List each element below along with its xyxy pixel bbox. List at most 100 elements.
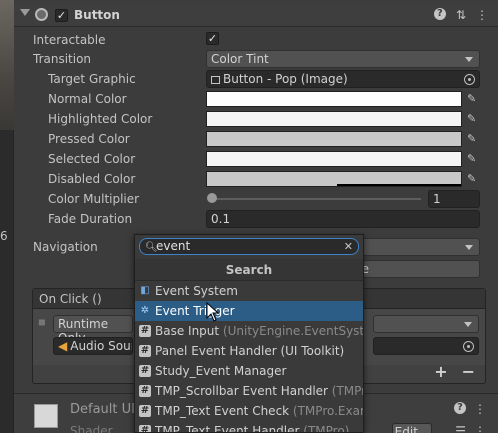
drag-handle-icon[interactable]: ▬ ▬	[38, 317, 46, 328]
material-header-icons: ? ⋮	[454, 402, 486, 416]
component-enabled-checkbox[interactable]: ✓	[55, 9, 68, 22]
color-multiplier-slider[interactable]	[211, 198, 421, 200]
row-transition: Transition Color Tint	[14, 49, 498, 69]
left-strip-number: 6	[0, 229, 8, 243]
material-title: Default UI	[70, 402, 135, 417]
slider-handle[interactable]	[207, 193, 217, 203]
script-icon: #	[139, 365, 151, 377]
search-value: event	[156, 239, 191, 253]
color-multiplier-input[interactable]: 1	[428, 190, 480, 208]
script-icon: #	[139, 405, 151, 417]
interactable-checkbox[interactable]: ✓	[206, 32, 219, 45]
function-dropdown[interactable]	[373, 315, 479, 333]
result-item[interactable]: # Panel Event Handler (UI Toolkit)	[135, 341, 363, 361]
highlighted-color-label: Highlighted Color	[48, 112, 153, 126]
eyedropper-icon[interactable]: ✎	[467, 113, 479, 125]
selected-color-label: Selected Color	[48, 152, 136, 166]
eyedropper-icon[interactable]: ✎	[467, 153, 479, 165]
context-menu-icon[interactable]: ⋮	[476, 8, 488, 22]
left-strip: 6	[0, 0, 14, 433]
script-icon: #	[139, 425, 151, 432]
row-interactable: Interactable ✓	[14, 30, 498, 50]
component-search-input[interactable]: 🔍︎ event ✕	[139, 238, 359, 255]
result-item[interactable]: ◧ Event System	[135, 281, 363, 301]
help-icon[interactable]: ?	[433, 8, 446, 20]
list-icon[interactable]: ☰	[455, 424, 466, 433]
normal-color-swatch[interactable]	[206, 91, 462, 107]
transition-dropdown[interactable]: Color Tint	[206, 50, 480, 68]
selected-color-swatch[interactable]	[206, 151, 462, 167]
alpha-bar	[337, 184, 461, 186]
component-title: Button	[74, 8, 120, 22]
disabled-color-swatch[interactable]	[206, 171, 462, 187]
row-color-multiplier: Color Multiplier 1	[14, 189, 498, 209]
row-pressed-color: Pressed Color ✎	[14, 129, 498, 149]
row-normal-color: Normal Color ✎	[14, 89, 498, 109]
disabled-color-label: Disabled Color	[48, 172, 136, 186]
pressed-color-label: Pressed Color	[48, 132, 130, 146]
remove-event-button[interactable]: −	[462, 362, 475, 381]
navigation-label: Navigation	[33, 240, 98, 254]
row-selected-color: Selected Color ✎	[14, 149, 498, 169]
color-multiplier-label: Color Multiplier	[48, 192, 140, 206]
result-item[interactable]: # Study_Event Manager	[135, 361, 363, 381]
target-graphic-field[interactable]: Button - Pop (Image)	[206, 70, 480, 88]
row-target-graphic: Target Graphic Button - Pop (Image)	[14, 69, 498, 89]
audio-source-icon: ◀	[58, 339, 68, 353]
target-object-field[interactable]: ◀Audio Source	[53, 337, 133, 355]
context-menu-icon[interactable]: ⋮	[474, 424, 486, 433]
target-graphic-label: Target Graphic	[48, 72, 136, 86]
header-icons: ? ⇅ ⋮	[433, 8, 488, 22]
fade-duration-label: Fade Duration	[48, 212, 133, 226]
script-icon: #	[139, 325, 151, 337]
target-object-value: Audio Source	[70, 339, 132, 353]
dropdown-arrow-icon	[464, 322, 472, 327]
script-icon: #	[139, 385, 151, 397]
target-graphic-value: Button - Pop (Image)	[223, 72, 348, 86]
runtime-dropdown[interactable]: Runtime Only	[53, 315, 133, 345]
result-item[interactable]: #TMP_Text Event Check (TMPro.Exam	[135, 401, 363, 421]
highlighted-color-swatch[interactable]	[206, 111, 462, 127]
button-component-icon	[35, 8, 48, 21]
row-disabled-color: Disabled Color ✎	[14, 169, 498, 189]
pressed-color-swatch[interactable]	[206, 131, 462, 147]
transition-label: Transition	[33, 52, 92, 66]
list-buttons: + −	[434, 362, 475, 381]
shader-label: Shader	[70, 424, 113, 433]
eyedropper-icon[interactable]: ✎	[467, 93, 479, 105]
context-menu-icon[interactable]: ⋮	[474, 402, 486, 416]
foldout-arrow-icon[interactable]	[20, 9, 30, 16]
eyedropper-icon[interactable]: ✎	[467, 133, 479, 145]
transition-value: Color Tint	[211, 52, 269, 66]
result-item[interactable]: # TMP_Text Event Handler (TMPro)	[135, 421, 363, 432]
help-icon[interactable]: ?	[454, 402, 466, 414]
search-results-list: ◧ Event System ✲ Event Trigger # Base Input…	[135, 281, 363, 432]
dropdown-arrow-icon	[465, 245, 473, 250]
material-thumbnail	[34, 404, 58, 428]
image-icon	[211, 76, 220, 84]
search-icon: 🔍︎	[145, 242, 158, 253]
clear-search-icon[interactable]: ✕	[344, 239, 353, 254]
component-header[interactable]: ✓ Button ? ⇅ ⋮	[14, 3, 498, 27]
result-item[interactable]: #TMP_Scrollbar Event Handler (TMPro)	[135, 381, 363, 401]
event-trigger-icon: ✲	[140, 305, 150, 316]
normal-color-label: Normal Color	[48, 92, 127, 106]
edit-shader-button[interactable]: Edit...	[392, 423, 432, 433]
result-item[interactable]: #Base Input (UnityEngine.EventSystem	[135, 321, 363, 341]
preset-icon[interactable]: ⇅	[456, 8, 466, 22]
fade-duration-input[interactable]: 0.1	[206, 210, 480, 228]
scene-preview	[0, 0, 14, 130]
object-picker-icon[interactable]	[463, 341, 474, 352]
row-highlighted-color: Highlighted Color ✎	[14, 109, 498, 129]
eyedropper-icon[interactable]: ✎	[467, 173, 479, 185]
shader-icons: ☰ ⋮	[455, 424, 486, 433]
add-event-button[interactable]: +	[434, 362, 447, 381]
dropdown-arrow-icon	[465, 57, 473, 62]
add-component-popup: 🔍︎ event ✕ Search ◧ Event System ✲ Event T…	[134, 234, 364, 433]
result-item[interactable]: ✲ Event Trigger	[135, 301, 363, 321]
argument-field[interactable]	[373, 337, 479, 355]
row-fade-duration: Fade Duration 0.1	[14, 209, 498, 229]
object-picker-icon[interactable]	[464, 74, 475, 85]
popup-title: Search	[135, 259, 363, 281]
interactable-label: Interactable	[33, 33, 106, 47]
